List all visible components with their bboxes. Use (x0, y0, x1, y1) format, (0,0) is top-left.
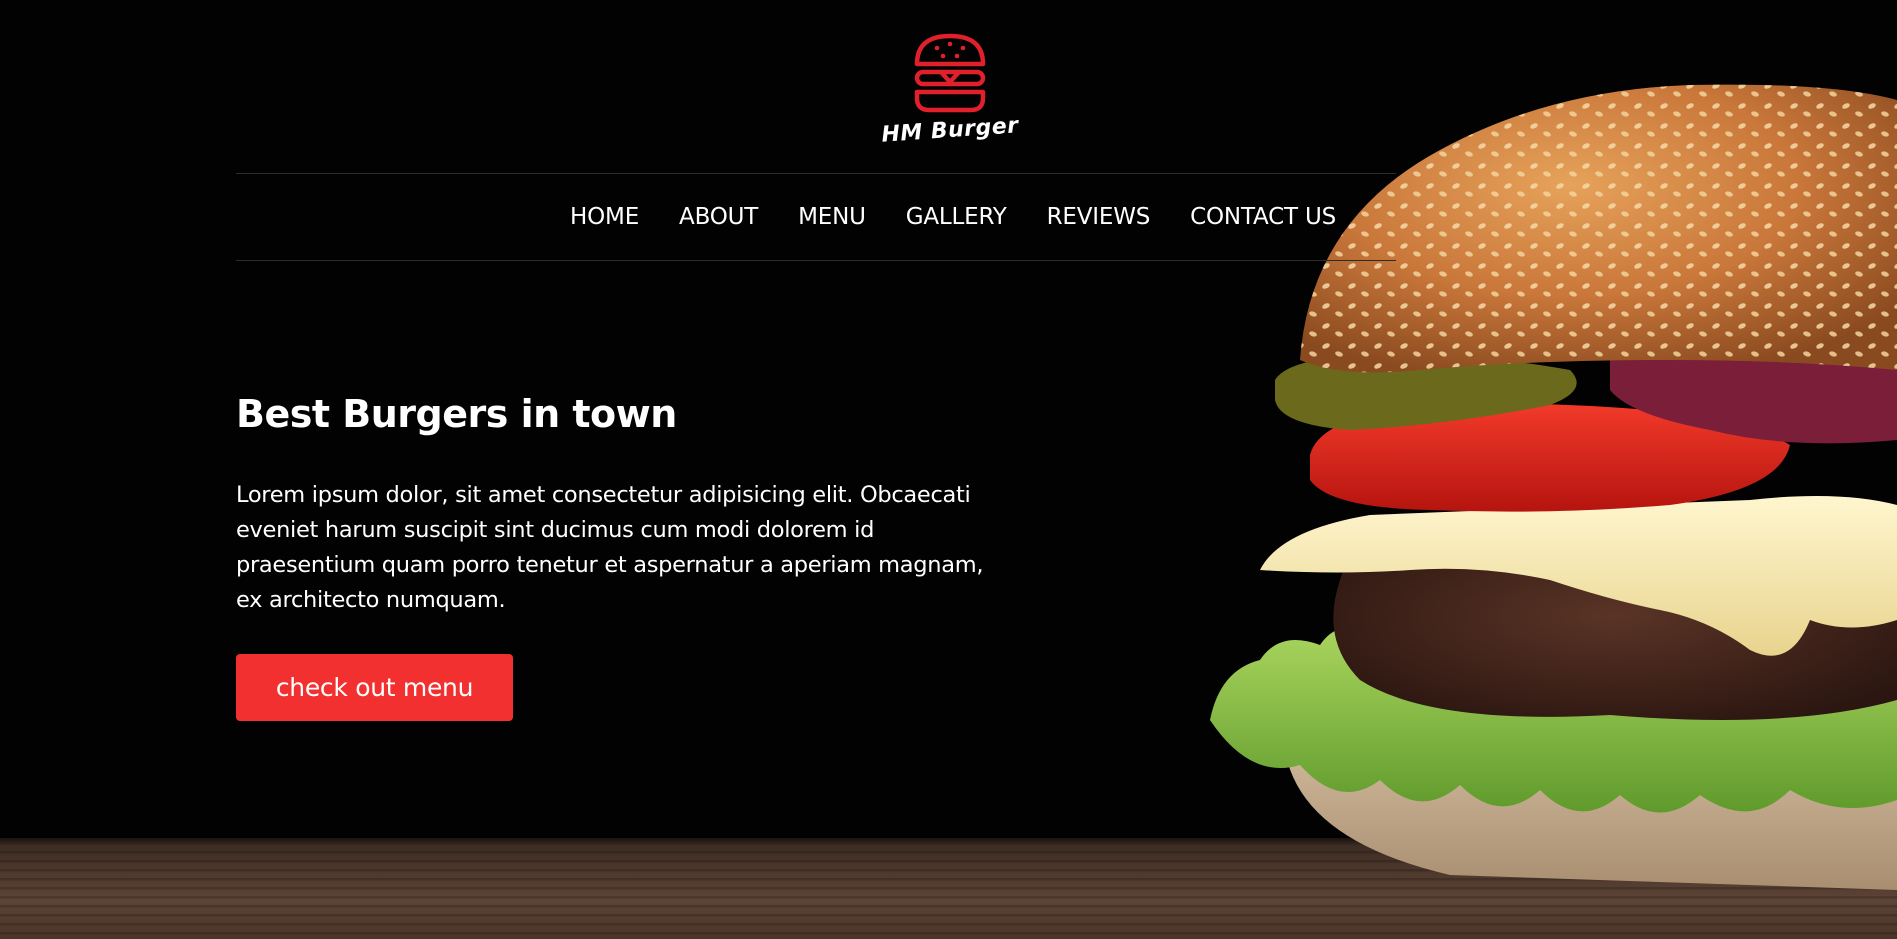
brand-name: HM Burger (880, 113, 1020, 148)
brand-logo[interactable]: HM Burger (880, 30, 1020, 160)
main-navigation: HOME ABOUT MENU GALLERY REVIEWS CONTACT … (236, 173, 1396, 261)
nav-link-home[interactable]: HOME (570, 204, 639, 230)
hero-section: HM Burger HOME ABOUT MENU GALLERY REVIEW… (0, 0, 1897, 939)
nav-list: HOME ABOUT MENU GALLERY REVIEWS CONTACT … (236, 174, 1396, 260)
hero-description: Lorem ipsum dolor, sit amet consectetur … (236, 482, 984, 613)
burger-icon (914, 33, 986, 113)
nav-link-about[interactable]: ABOUT (679, 204, 758, 230)
nav-link-contact-us[interactable]: CONTACT US (1190, 204, 1336, 230)
nav-link-menu[interactable]: MENU (798, 204, 866, 230)
check-out-menu-button[interactable]: check out menu (236, 654, 513, 721)
nav-link-gallery[interactable]: GALLERY (906, 204, 1007, 230)
hero-title: Best Burgers in town (236, 392, 677, 436)
nav-link-reviews[interactable]: REVIEWS (1047, 204, 1151, 230)
